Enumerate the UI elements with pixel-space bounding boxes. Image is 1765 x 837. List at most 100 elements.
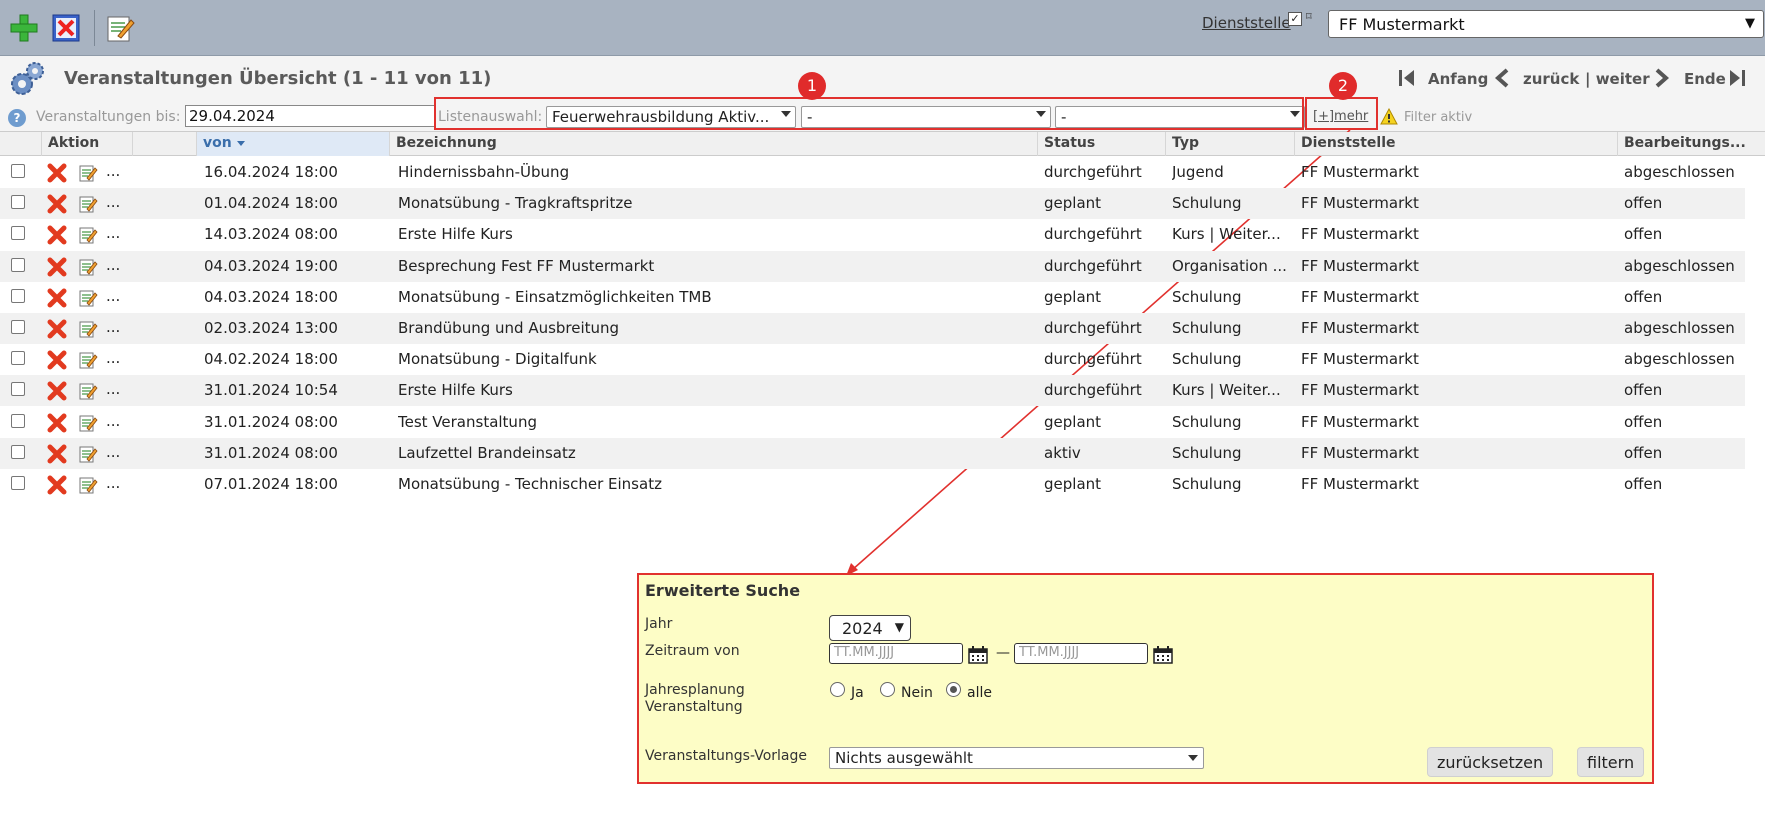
column-header-von[interactable]: von [196, 132, 389, 156]
edit-icon[interactable] [104, 12, 136, 44]
edit-row-icon[interactable] [78, 225, 98, 245]
delete-row-icon[interactable] [47, 413, 67, 433]
callout-box-1 [434, 97, 1304, 130]
table-row[interactable]: ... 04.02.2024 18:00 Monatsübung - Digital… [0, 344, 1745, 375]
row-more-menu[interactable]: ... [106, 380, 120, 398]
radio-ja[interactable] [830, 682, 845, 697]
next-page-icon[interactable] [1652, 68, 1670, 88]
delete-row-icon[interactable] [47, 444, 67, 464]
delete-row-icon[interactable] [47, 475, 67, 495]
service-select[interactable]: FF Mustermarkt ▼ [1328, 10, 1764, 38]
table-row[interactable]: ... 31.01.2024 10:54 Erste Hilfe Kurs durch… [0, 375, 1745, 407]
edit-row-icon[interactable] [78, 257, 98, 277]
row-checkbox[interactable] [11, 195, 25, 210]
pager-prev[interactable]: zurück [1523, 70, 1579, 88]
cell-bezeichnung: Monatsübung - Technischer Einsatz [398, 475, 662, 493]
pager-last[interactable]: Ende [1684, 70, 1726, 88]
pin-icon: ⌑ [1306, 10, 1312, 23]
edit-row-icon[interactable] [78, 194, 98, 214]
delete-row-icon[interactable] [47, 257, 67, 277]
column-header-bezeichnung[interactable]: Bezeichnung [389, 132, 1037, 156]
template-select[interactable]: Nichts ausgewählt [829, 747, 1204, 769]
delete-row-icon[interactable] [47, 381, 67, 401]
table-row[interactable]: ... 04.03.2024 19:00 Besprechung Fest FF M… [0, 250, 1745, 282]
edit-row-icon[interactable] [78, 381, 98, 401]
column-header-dienststelle[interactable]: Dienststelle [1294, 132, 1617, 156]
table-row[interactable]: ... 07.01.2024 18:00 Monatsübung - Technis… [0, 469, 1745, 500]
calendar-icon[interactable] [1153, 646, 1173, 664]
table-row[interactable]: ... 31.01.2024 08:00 Laufzettel Brandeinsa… [0, 437, 1745, 469]
prev-page-icon[interactable] [1494, 68, 1512, 88]
cell-status: durchgeführt [1044, 256, 1142, 275]
table-row[interactable]: ... 16.04.2024 18:00 Hindernissbahn-Übung d… [0, 157, 1745, 188]
row-checkbox[interactable] [11, 444, 25, 459]
column-header-typ[interactable]: Typ [1165, 132, 1294, 156]
table-row[interactable]: ... 01.04.2024 18:00 Monatsübung - Tragkra… [0, 188, 1745, 220]
plus-icon[interactable] [8, 12, 40, 44]
pager-next[interactable]: | weiter [1585, 70, 1650, 88]
column-header-bearbeitung[interactable]: Bearbeitungs... [1617, 132, 1746, 156]
delete-row-icon[interactable] [47, 194, 67, 214]
row-checkbox[interactable] [11, 382, 25, 397]
row-more-menu[interactable]: ... [106, 224, 120, 242]
row-checkbox[interactable] [11, 288, 25, 303]
sort-desc-icon [236, 140, 245, 146]
period-from-input[interactable]: TT.MM.JJJJ [829, 643, 963, 664]
row-checkbox[interactable] [11, 476, 25, 490]
table-row[interactable]: ... 14.03.2024 08:00 Erste Hilfe Kurs durch… [0, 219, 1745, 250]
cell-bezeichnung: Hindernissbahn-Übung [398, 163, 570, 181]
help-icon[interactable]: ? [8, 109, 26, 127]
row-more-menu[interactable]: ... [106, 443, 120, 461]
radio-nein[interactable] [880, 682, 895, 697]
edit-row-icon[interactable] [78, 350, 98, 370]
edit-row-icon[interactable] [78, 288, 98, 308]
last-page-icon[interactable] [1728, 68, 1746, 88]
delete-row-icon[interactable] [47, 225, 67, 245]
row-more-menu[interactable]: ... [106, 193, 120, 211]
row-checkbox[interactable] [11, 257, 25, 272]
cell-von: 16.04.2024 18:00 [204, 163, 338, 181]
delete-row-icon[interactable] [47, 288, 67, 308]
period-to-input[interactable]: TT.MM.JJJJ [1014, 643, 1148, 664]
row-checkbox[interactable] [11, 413, 25, 428]
calendar-icon[interactable] [968, 646, 988, 664]
delete-row-icon[interactable] [47, 163, 67, 183]
edit-row-icon[interactable] [78, 475, 98, 495]
row-more-menu[interactable]: ... [106, 318, 120, 336]
reset-button[interactable]: zurücksetzen [1427, 747, 1554, 777]
row-more-menu[interactable]: ... [106, 162, 120, 180]
table-row[interactable]: ... 04.03.2024 18:00 Monatsübung - Einsatz… [0, 282, 1745, 313]
service-checkbox[interactable]: ✓ [1288, 12, 1302, 26]
edit-row-icon[interactable] [78, 319, 98, 339]
service-link[interactable]: Dienststelle [1202, 14, 1291, 32]
table-row[interactable]: ... 02.03.2024 13:00 Brandübung und Ausbre… [0, 313, 1745, 344]
row-more-menu[interactable]: ... [106, 349, 120, 367]
row-checkbox[interactable] [11, 226, 25, 241]
row-more-menu[interactable]: ... [106, 412, 120, 430]
period-dash: — [996, 645, 1010, 661]
edit-row-icon[interactable] [78, 413, 98, 433]
row-more-menu[interactable]: ... [106, 256, 120, 274]
first-page-icon[interactable] [1398, 68, 1416, 88]
column-header-status[interactable]: Status [1037, 132, 1165, 156]
row-checkbox[interactable] [11, 320, 25, 334]
cell-dienststelle: FF Mustermarkt [1301, 194, 1419, 213]
edit-row-icon[interactable] [78, 444, 98, 464]
row-more-menu[interactable]: ... [106, 474, 120, 492]
year-select[interactable]: 2024 ▼ [829, 615, 911, 641]
edit-row-icon[interactable] [78, 163, 98, 183]
row-checkbox[interactable] [11, 351, 25, 366]
radio-alle[interactable] [946, 682, 961, 697]
table-row[interactable]: ... 31.01.2024 08:00 Test Veranstaltung gep… [0, 407, 1745, 438]
cell-typ: Schulung [1172, 412, 1242, 431]
cell-dienststelle: FF Mustermarkt [1301, 443, 1419, 462]
pager-first[interactable]: Anfang [1428, 70, 1488, 88]
date-filter-input[interactable]: 29.04.2024 [185, 105, 435, 127]
row-checkbox[interactable] [11, 164, 25, 178]
row-more-menu[interactable]: ... [106, 287, 120, 305]
filter-button[interactable]: filtern [1577, 747, 1645, 777]
delete-row-icon[interactable] [47, 350, 67, 370]
delete-icon[interactable] [50, 12, 82, 44]
delete-row-icon[interactable] [47, 319, 67, 339]
cell-status: geplant [1044, 287, 1102, 306]
